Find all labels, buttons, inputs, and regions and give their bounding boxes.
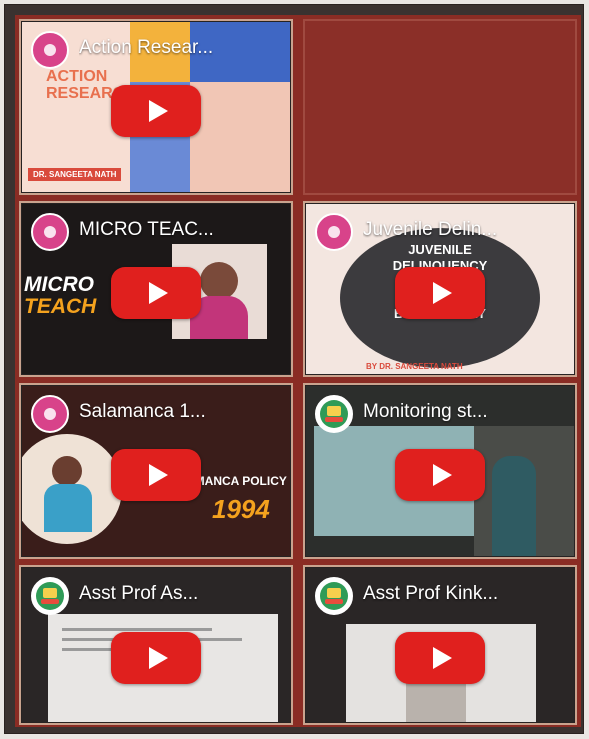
video-title[interactable]: Juvenile Delin... [363, 219, 567, 241]
youtube-play-icon[interactable] [395, 266, 485, 319]
channel-avatar-icon[interactable] [31, 395, 69, 433]
thumbnail-caption: DR. SANGEETA NATH [28, 168, 122, 181]
video-tile-micro-teaching[interactable]: MICRO TEACH MICRO TEAC... [19, 201, 293, 377]
video-title[interactable]: MICRO TEAC... [79, 219, 283, 241]
youtube-play-icon[interactable] [111, 448, 201, 501]
school-logo-icon[interactable] [315, 577, 353, 615]
video-tile-monitoring[interactable]: Monitoring st... [303, 383, 577, 559]
video-tile-asst-prof-as[interactable]: Asst Prof As... [19, 565, 293, 725]
video-tile-asst-prof-kink[interactable]: Asst Prof Kink... [303, 565, 577, 725]
video-title[interactable]: Asst Prof Kink... [363, 583, 567, 605]
youtube-play-icon[interactable] [395, 631, 485, 684]
channel-avatar-icon[interactable] [315, 213, 353, 251]
video-gallery-frame: ACTION RESEARCH DR. SANGEETA NATH Action … [4, 4, 584, 734]
empty-tile [303, 19, 577, 195]
youtube-play-icon[interactable] [111, 266, 201, 319]
video-title[interactable]: Monitoring st... [363, 401, 567, 423]
channel-avatar-icon[interactable] [31, 213, 69, 251]
video-title[interactable]: Salamanca 1... [79, 401, 283, 423]
thumbnail-caption: BY DR. SANGEETA NATH [366, 362, 463, 371]
video-title[interactable]: Asst Prof As... [79, 583, 283, 605]
thumbnail-overlay-text: MICRO TEACH [24, 273, 97, 318]
youtube-play-icon[interactable] [395, 448, 485, 501]
youtube-play-icon[interactable] [111, 84, 201, 137]
video-grid: ACTION RESEARCH DR. SANGEETA NATH Action … [15, 15, 581, 727]
video-title[interactable]: Action Resear... [79, 37, 283, 59]
video-tile-juvenile-delinquency[interactable]: JUVENILE DELINQUENCY & TRAUMATIC BRAIN I… [303, 201, 577, 377]
youtube-play-icon[interactable] [111, 631, 201, 684]
video-tile-action-research[interactable]: ACTION RESEARCH DR. SANGEETA NATH Action … [19, 19, 293, 195]
channel-avatar-icon[interactable] [31, 31, 69, 69]
school-logo-icon[interactable] [315, 395, 353, 433]
video-tile-salamanca[interactable]: SALAMANCA POLICY 1994 Salamanca 1... [19, 383, 293, 559]
school-logo-icon[interactable] [31, 577, 69, 615]
thumbnail-year-text: 1994 [212, 494, 270, 524]
